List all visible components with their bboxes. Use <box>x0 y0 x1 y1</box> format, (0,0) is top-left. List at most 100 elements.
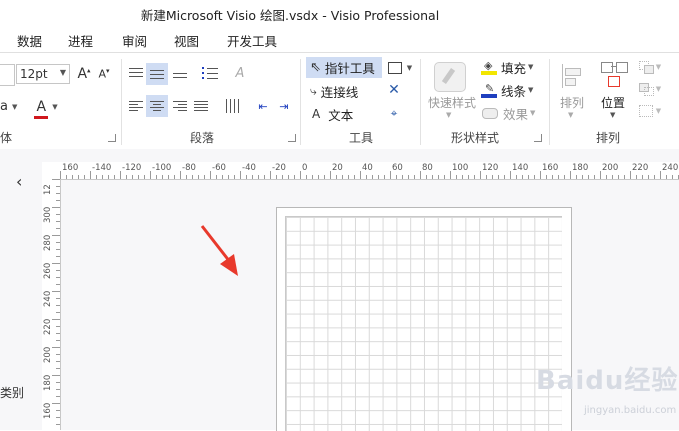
ruler-label: 280 <box>43 234 53 251</box>
align-middle-button[interactable] <box>146 63 168 85</box>
align-left-button[interactable] <box>126 96 146 116</box>
chevron-left-icon: ‹ <box>16 172 23 191</box>
ruler-tick <box>52 179 60 180</box>
ruler-label: 0 <box>302 163 308 173</box>
font-dialog-launcher[interactable] <box>108 134 116 142</box>
page-grid[interactable] <box>285 216 562 431</box>
align-shapes-button[interactable] <box>558 61 586 91</box>
shrink-font-button[interactable]: A▾ <box>96 65 112 83</box>
ruler-label: 60 <box>392 163 403 173</box>
tab-process[interactable]: 进程 <box>68 31 93 50</box>
fill-button[interactable]: ◈ 填充 ▼ <box>481 58 539 76</box>
tab-data[interactable]: 数据 <box>17 31 42 50</box>
decrease-indent-button[interactable]: ⇤ <box>253 96 273 116</box>
quick-styles-button[interactable] <box>430 59 470 95</box>
font-name-dropdown[interactable] <box>0 64 15 86</box>
align-center-button[interactable] <box>146 95 168 117</box>
text-tool-label: 文本 <box>328 107 354 123</box>
ruler-tick <box>258 175 259 179</box>
ruler-tick <box>204 175 205 179</box>
ruler-tick <box>96 175 97 179</box>
ruler-tick <box>52 235 60 236</box>
ruler-tick <box>624 175 625 179</box>
font-color-button[interactable]: A ▼ <box>31 96 61 119</box>
ruler-label: 200 <box>602 163 619 173</box>
ruler-tick <box>138 175 139 179</box>
ruler-tick <box>276 175 277 179</box>
send-backward-icon <box>638 83 654 96</box>
chevron-down-icon: ▼ <box>52 103 58 111</box>
font-size-value: 12pt <box>20 67 48 81</box>
ruler-tick <box>612 175 613 179</box>
ruler-tick <box>56 200 60 201</box>
ruler-tick <box>522 175 523 179</box>
ruler-tick <box>84 175 85 179</box>
group-shapes-button[interactable]: ▼ <box>636 103 664 119</box>
connector-tool-button[interactable]: ⤷ 连接线 <box>306 81 382 101</box>
rectangle-tool-button[interactable]: ▼ <box>385 59 415 77</box>
ruler-tick <box>468 175 469 179</box>
clear-format-button[interactable]: A <box>230 63 250 83</box>
chevron-down-icon: ▼ <box>12 103 18 111</box>
horizontal-ruler[interactable]: 160 -140 -120 -100 -80 -60 -40 -20 0 20 40 60 80 100 1… <box>60 162 679 180</box>
chevron-down-icon: ▼ <box>528 63 534 71</box>
ruler-tick <box>180 171 181 179</box>
effects-button[interactable]: 效果 ▼ <box>481 104 539 122</box>
align-bottom-button[interactable] <box>170 63 190 83</box>
align-right-button[interactable] <box>170 96 190 116</box>
ruler-tick <box>420 171 421 179</box>
ruler-label: 300 <box>43 206 53 223</box>
text-direction-icon <box>225 99 239 113</box>
ruler-tick <box>52 263 60 264</box>
ruler-tick <box>52 319 60 320</box>
ruler-tick <box>174 175 175 179</box>
line-button[interactable]: ✎ 线条 ▼ <box>481 81 539 99</box>
arrange-group-label: 排列 <box>596 131 621 145</box>
ruler-tick <box>654 175 655 179</box>
tab-developer[interactable]: 开发工具 <box>227 31 277 50</box>
align-right-icon <box>173 99 187 113</box>
ruler-tick <box>582 175 583 179</box>
ruler-tick <box>168 175 169 179</box>
chevron-down-icon: ▼ <box>446 111 452 119</box>
ruler-tick <box>56 249 60 250</box>
ruler-tick <box>56 361 60 362</box>
tab-review[interactable]: 审阅 <box>122 31 147 50</box>
align-top-button[interactable] <box>126 63 146 83</box>
connection-point-button[interactable]: ⌖ <box>385 104 403 122</box>
increase-indent-icon: ⇥ <box>279 99 289 113</box>
send-backward-button[interactable]: ▼ <box>636 81 664 97</box>
vertical-ruler[interactable]: 12 300 280 260 240 220 200 180 160 <box>42 179 61 430</box>
ruler-tick <box>330 171 331 179</box>
grow-font-button[interactable]: A▴ <box>76 65 92 83</box>
bring-forward-button[interactable]: ▼ <box>636 59 664 75</box>
ruler-tick <box>150 171 151 179</box>
ruler-label: 240 <box>662 163 679 173</box>
position-button[interactable] <box>598 59 630 91</box>
ruler-tick <box>282 175 283 179</box>
ruler-label: 160 <box>43 402 53 419</box>
pointer-icon: ⇖ <box>310 60 321 75</box>
pointer-tool-button[interactable]: ⇖ 指针工具 <box>306 57 382 78</box>
ruler-tick <box>60 171 61 179</box>
grow-font-icon: A▴ <box>77 66 91 82</box>
close-x-button[interactable]: ✕ <box>385 81 403 99</box>
ruler-tick <box>56 410 60 411</box>
bullets-button[interactable] <box>200 63 220 83</box>
collapse-panel-button[interactable]: ‹ <box>16 172 22 191</box>
ruler-tick <box>162 175 163 179</box>
effects-icon <box>482 107 498 119</box>
ruler-tick <box>510 171 511 179</box>
justify-button[interactable] <box>191 96 211 116</box>
text-tool-button[interactable]: A 文本 <box>306 104 382 124</box>
ruler-tick <box>618 175 619 179</box>
ruler-tick <box>462 175 463 179</box>
ruler-label: 180 <box>43 374 53 391</box>
shape-styles-dialog-launcher[interactable] <box>534 134 542 142</box>
increase-indent-button[interactable]: ⇥ <box>274 96 294 116</box>
paragraph-dialog-launcher[interactable] <box>288 134 296 142</box>
font-size-dropdown[interactable]: 12pt ▼ <box>16 64 70 84</box>
text-direction-button[interactable] <box>222 96 242 116</box>
quick-styles-icon <box>434 62 466 92</box>
tab-view[interactable]: 视图 <box>174 31 199 50</box>
